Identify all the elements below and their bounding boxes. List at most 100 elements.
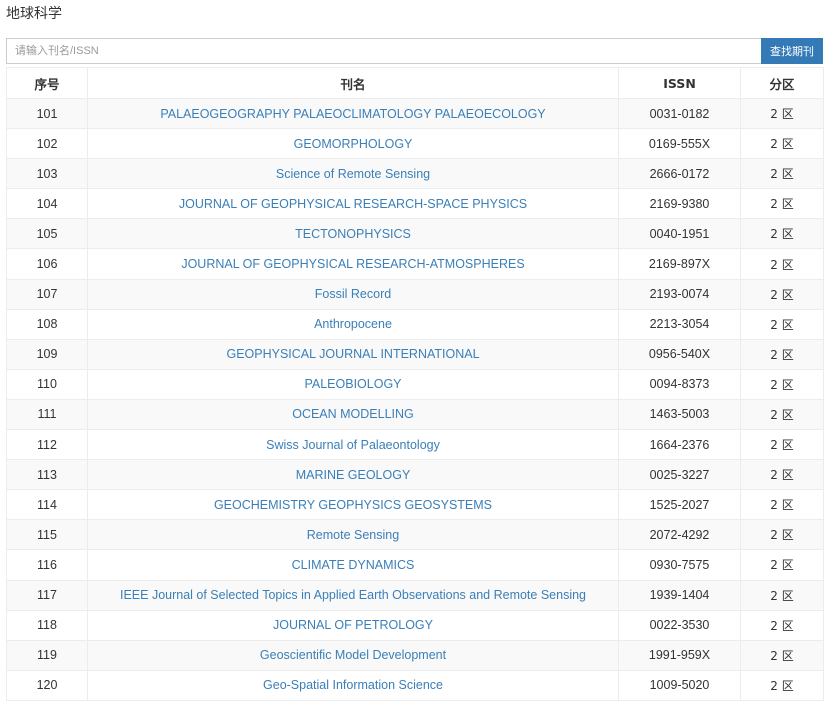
table-row: 118 JOURNAL OF PETROLOGY 0022-3530 2 区 xyxy=(6,609,824,641)
journal-link[interactable]: JOURNAL OF PETROLOGY xyxy=(273,618,433,632)
cell-zone: 2 区 xyxy=(740,639,824,671)
table-row: 117 IEEE Journal of Selected Topics in Ap… xyxy=(6,579,824,611)
cell-name: Geoscientific Model Development xyxy=(87,639,619,671)
cell-zone: 2 区 xyxy=(740,489,824,521)
table-row: 101 PALAEOGEOGRAPHY PALAEOCLIMATOLOGY PAL… xyxy=(6,97,824,130)
cell-issn: 2169-897X xyxy=(618,248,741,280)
cell-zone: 2 区 xyxy=(740,97,824,130)
cell-issn: 1664-2376 xyxy=(618,429,741,461)
cell-zone: 2 区 xyxy=(740,549,824,581)
journal-link[interactable]: Anthropocene xyxy=(314,317,392,331)
cell-zone: 2 区 xyxy=(740,128,824,160)
table-row: 109 GEOPHYSICAL JOURNAL INTERNATIONAL 0956… xyxy=(6,338,824,370)
cell-name: GEOMORPHOLOGY xyxy=(87,128,619,160)
search-bar: 查找期刊 xyxy=(6,38,823,64)
table-row: 115 Remote Sensing 2072-4292 2 区 xyxy=(6,519,824,551)
cell-zone: 2 区 xyxy=(740,609,824,641)
search-input[interactable] xyxy=(6,38,761,64)
cell-no: 105 xyxy=(6,218,88,250)
table-row: 112 Swiss Journal of Palaeontology 1664-23… xyxy=(6,429,824,461)
cell-no: 115 xyxy=(6,519,88,551)
journal-link[interactable]: MARINE GEOLOGY xyxy=(296,468,411,482)
cell-no: 101 xyxy=(6,97,88,130)
table-row: 102 GEOMORPHOLOGY 0169-555X 2 区 xyxy=(6,128,824,160)
cell-name: PALEOBIOLOGY xyxy=(87,368,619,400)
cell-name: IEEE Journal of Selected Topics in Appli… xyxy=(87,579,619,611)
cell-zone: 2 区 xyxy=(740,669,824,701)
table-row: 120 Geo-Spatial Information Science 1009-5… xyxy=(6,669,824,701)
cell-name: GEOCHEMISTRY GEOPHYSICS GEOSYSTEMS xyxy=(87,489,619,521)
cell-no: 104 xyxy=(6,188,88,220)
header-issn: ISSN xyxy=(618,67,741,99)
journal-link[interactable]: Geoscientific Model Development xyxy=(260,648,446,662)
journal-link[interactable]: Geo-Spatial Information Science xyxy=(263,678,443,692)
table-row: 107 Fossil Record 2193-0074 2 区 xyxy=(6,278,824,310)
cell-issn: 2193-0074 xyxy=(618,278,741,310)
header-zone: 分区 xyxy=(740,67,824,99)
journal-link[interactable]: GEOPHYSICAL JOURNAL INTERNATIONAL xyxy=(226,347,479,361)
journal-link[interactable]: JOURNAL OF GEOPHYSICAL RESEARCH-ATMOSPHE… xyxy=(181,257,524,271)
table-row: 110 PALEOBIOLOGY 0094-8373 2 区 xyxy=(6,368,824,400)
table-row: 108 Anthropocene 2213-3054 2 区 xyxy=(6,308,824,340)
cell-no: 110 xyxy=(6,368,88,400)
journal-link[interactable]: TECTONOPHYSICS xyxy=(295,227,411,241)
journal-link[interactable]: Remote Sensing xyxy=(307,528,399,542)
cell-no: 109 xyxy=(6,338,88,370)
table-row: 105 TECTONOPHYSICS 0040-1951 2 区 xyxy=(6,218,824,250)
cell-zone: 2 区 xyxy=(740,218,824,250)
cell-name: GEOPHYSICAL JOURNAL INTERNATIONAL xyxy=(87,338,619,370)
cell-no: 120 xyxy=(6,669,88,701)
cell-issn: 2072-4292 xyxy=(618,519,741,551)
cell-zone: 2 区 xyxy=(740,368,824,400)
cell-no: 114 xyxy=(6,489,88,521)
cell-name: Remote Sensing xyxy=(87,519,619,551)
cell-name: JOURNAL OF GEOPHYSICAL RESEARCH-SPACE PH… xyxy=(87,188,619,220)
cell-issn: 1525-2027 xyxy=(618,489,741,521)
cell-issn: 0169-555X xyxy=(618,128,741,160)
cell-issn: 0930-7575 xyxy=(618,549,741,581)
journal-link[interactable]: PALAEOGEOGRAPHY PALAEOCLIMATOLOGY PALAEO… xyxy=(160,107,545,121)
journal-link[interactable]: Science of Remote Sensing xyxy=(276,167,430,181)
journal-link[interactable]: GEOMORPHOLOGY xyxy=(294,137,413,151)
journal-link[interactable]: PALEOBIOLOGY xyxy=(304,377,401,391)
journal-link[interactable]: Fossil Record xyxy=(315,287,391,301)
table-row: 106 JOURNAL OF GEOPHYSICAL RESEARCH-ATMOS… xyxy=(6,248,824,280)
cell-issn: 1009-5020 xyxy=(618,669,741,701)
cell-no: 116 xyxy=(6,549,88,581)
cell-issn: 0022-3530 xyxy=(618,609,741,641)
page-title: 地球科学 xyxy=(6,6,62,22)
cell-issn: 1991-959X xyxy=(618,639,741,671)
search-button[interactable]: 查找期刊 xyxy=(761,38,823,64)
journal-link[interactable]: IEEE Journal of Selected Topics in Appli… xyxy=(120,588,586,602)
cell-no: 108 xyxy=(6,308,88,340)
cell-no: 107 xyxy=(6,278,88,310)
cell-issn: 0040-1951 xyxy=(618,218,741,250)
table-row: 116 CLIMATE DYNAMICS 0930-7575 2 区 xyxy=(6,549,824,581)
cell-issn: 2213-3054 xyxy=(618,308,741,340)
header-name: 刊名 xyxy=(87,67,619,99)
cell-issn: 0094-8373 xyxy=(618,368,741,400)
journal-link[interactable]: JOURNAL OF GEOPHYSICAL RESEARCH-SPACE PH… xyxy=(179,197,527,211)
cell-name: TECTONOPHYSICS xyxy=(87,218,619,250)
cell-zone: 2 区 xyxy=(740,459,824,491)
journal-link[interactable]: OCEAN MODELLING xyxy=(292,407,414,421)
cell-no: 119 xyxy=(6,639,88,671)
journal-link[interactable]: GEOCHEMISTRY GEOPHYSICS GEOSYSTEMS xyxy=(214,498,492,512)
header-no: 序号 xyxy=(6,67,88,99)
cell-zone: 2 区 xyxy=(740,158,824,190)
cell-name: PALAEOGEOGRAPHY PALAEOCLIMATOLOGY PALAEO… xyxy=(87,97,619,130)
cell-name: MARINE GEOLOGY xyxy=(87,459,619,491)
journal-link[interactable]: CLIMATE DYNAMICS xyxy=(292,558,415,572)
journal-link[interactable]: Swiss Journal of Palaeontology xyxy=(266,438,440,452)
cell-zone: 2 区 xyxy=(740,188,824,220)
cell-zone: 2 区 xyxy=(740,308,824,340)
cell-no: 102 xyxy=(6,128,88,160)
cell-issn: 2666-0172 xyxy=(618,158,741,190)
cell-zone: 2 区 xyxy=(740,429,824,461)
cell-issn: 0031-0182 xyxy=(618,97,741,130)
cell-issn: 0025-3227 xyxy=(618,459,741,491)
table-row: 111 OCEAN MODELLING 1463-5003 2 区 xyxy=(6,398,824,431)
cell-name: JOURNAL OF PETROLOGY xyxy=(87,609,619,641)
cell-name: OCEAN MODELLING xyxy=(87,398,619,431)
cell-zone: 2 区 xyxy=(740,519,824,551)
